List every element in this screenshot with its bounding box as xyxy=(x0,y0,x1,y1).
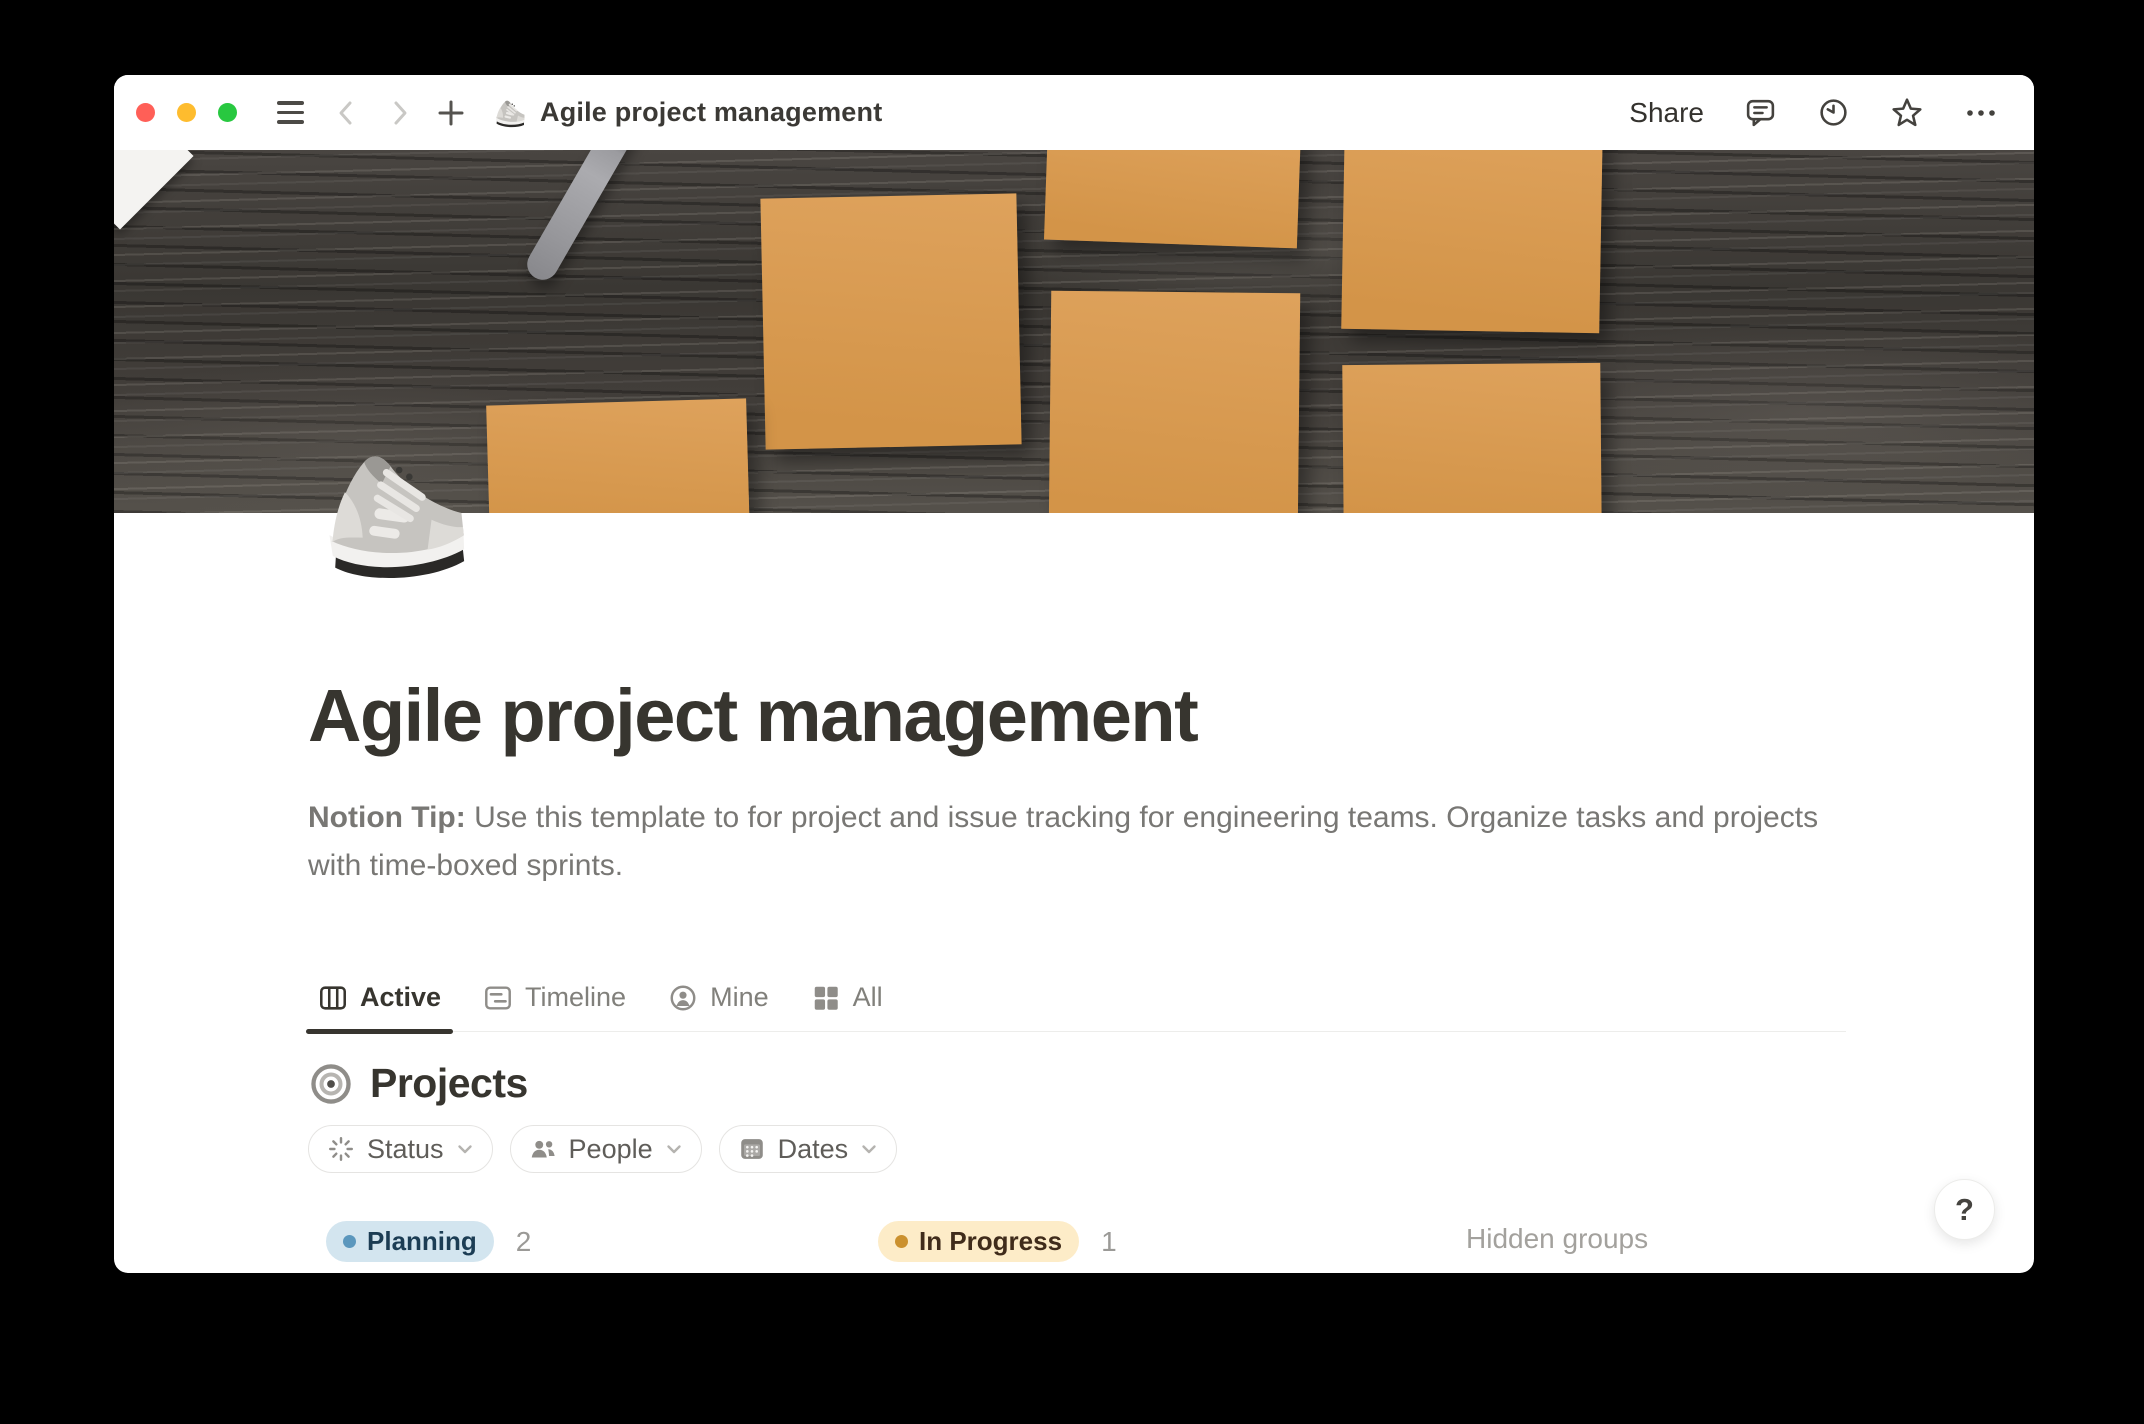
notion-tip-text: Use this template to for project and iss… xyxy=(308,801,1818,882)
sticky-note xyxy=(1342,363,1601,513)
tab-timeline[interactable]: Timeline xyxy=(481,982,628,1031)
forward-button[interactable] xyxy=(388,98,412,128)
chevron-right-icon xyxy=(388,98,412,128)
calendar-icon xyxy=(737,1134,767,1164)
notion-tip-label: Notion Tip: xyxy=(308,801,466,834)
help-button[interactable]: ? xyxy=(1934,1179,1995,1240)
status-icon xyxy=(326,1134,356,1164)
sticky-note xyxy=(486,398,750,513)
filter-bar: Status People Dates xyxy=(308,1125,1846,1173)
clock-icon xyxy=(1817,96,1850,129)
filter-people[interactable]: People xyxy=(510,1125,702,1173)
board-group-headers: Planning 2 In Progress 1 Hidden groups xyxy=(308,1221,1846,1263)
section-title: Projects xyxy=(370,1060,528,1107)
group-count: 2 xyxy=(516,1226,532,1258)
star-icon xyxy=(1890,96,1924,130)
filter-status[interactable]: Status xyxy=(308,1125,493,1173)
sticky-note xyxy=(1049,291,1300,513)
group-planning[interactable]: Planning 2 xyxy=(326,1221,531,1262)
view-tabs: Active Timeline Mine All xyxy=(308,982,1846,1032)
timeline-icon xyxy=(483,983,513,1013)
page-content: Agile project management Notion Tip: Use… xyxy=(114,673,2034,1263)
new-tab-button[interactable] xyxy=(436,98,466,128)
tab-label: Active xyxy=(360,982,441,1013)
chevron-down-icon xyxy=(664,1139,684,1159)
help-label: ? xyxy=(1955,1192,1974,1228)
page-icon[interactable] xyxy=(318,437,468,587)
filter-label: Dates xyxy=(778,1134,849,1165)
page-title: Agile project management xyxy=(308,673,1846,758)
tab-active[interactable]: Active xyxy=(316,982,443,1031)
hidden-groups-button[interactable]: Hidden groups xyxy=(1466,1223,1648,1255)
favorite-button[interactable] xyxy=(1890,96,1924,130)
status-dot xyxy=(895,1235,908,1248)
close-button[interactable] xyxy=(136,103,155,122)
tab-label: Timeline xyxy=(525,982,626,1013)
sticky-note xyxy=(760,193,1021,449)
notion-window: Agile project management Share xyxy=(114,75,2034,1273)
grid-icon xyxy=(811,983,841,1013)
sticky-note xyxy=(1341,150,1603,333)
group-label: In Progress xyxy=(919,1226,1062,1257)
traffic-lights xyxy=(136,103,237,122)
group-label: Planning xyxy=(367,1226,477,1257)
paper-corner xyxy=(114,150,194,230)
filter-dates[interactable]: Dates xyxy=(719,1125,898,1173)
filter-label: People xyxy=(569,1134,653,1165)
plus-icon xyxy=(436,98,466,128)
desktop: { "toolbar": { "title": "Agile project m… xyxy=(0,0,2144,1424)
minimize-button[interactable] xyxy=(177,103,196,122)
tab-all[interactable]: All xyxy=(809,982,885,1031)
sticky-note xyxy=(1044,150,1301,248)
person-circle-icon xyxy=(668,983,698,1013)
section-heading: Projects xyxy=(308,1060,1846,1107)
chevron-down-icon xyxy=(859,1139,879,1159)
tab-label: All xyxy=(853,982,883,1013)
ellipsis-icon xyxy=(1964,96,1998,130)
board-icon xyxy=(318,983,348,1013)
updates-button[interactable] xyxy=(1817,96,1850,129)
comments-button[interactable] xyxy=(1744,96,1777,129)
chevron-down-icon xyxy=(455,1139,475,1159)
back-button[interactable] xyxy=(334,98,358,128)
more-options-button[interactable] xyxy=(1964,96,1998,130)
target-icon xyxy=(308,1061,354,1107)
share-button[interactable]: Share xyxy=(1629,97,1704,129)
sidebar-menu-button[interactable] xyxy=(277,101,304,124)
chevron-left-icon xyxy=(334,98,358,128)
toolbar-page-icon xyxy=(494,97,526,129)
pen-image xyxy=(522,150,656,285)
active-tab-underline xyxy=(306,1029,453,1034)
group-in-progress[interactable]: In Progress 1 xyxy=(878,1221,1117,1262)
zoom-button[interactable] xyxy=(218,103,237,122)
group-count: 1 xyxy=(1101,1226,1117,1258)
sneaker-icon xyxy=(311,430,476,595)
toolbar-page-title: Agile project management xyxy=(540,97,882,128)
people-icon xyxy=(528,1134,558,1164)
notion-tip: Notion Tip: Use this template to for pro… xyxy=(308,794,1838,890)
tab-label: Mine xyxy=(710,982,769,1013)
comment-icon xyxy=(1744,96,1777,129)
status-dot xyxy=(343,1235,356,1248)
filter-label: Status xyxy=(367,1134,444,1165)
tab-mine[interactable]: Mine xyxy=(666,982,771,1031)
window-toolbar: Agile project management Share xyxy=(114,75,2034,150)
